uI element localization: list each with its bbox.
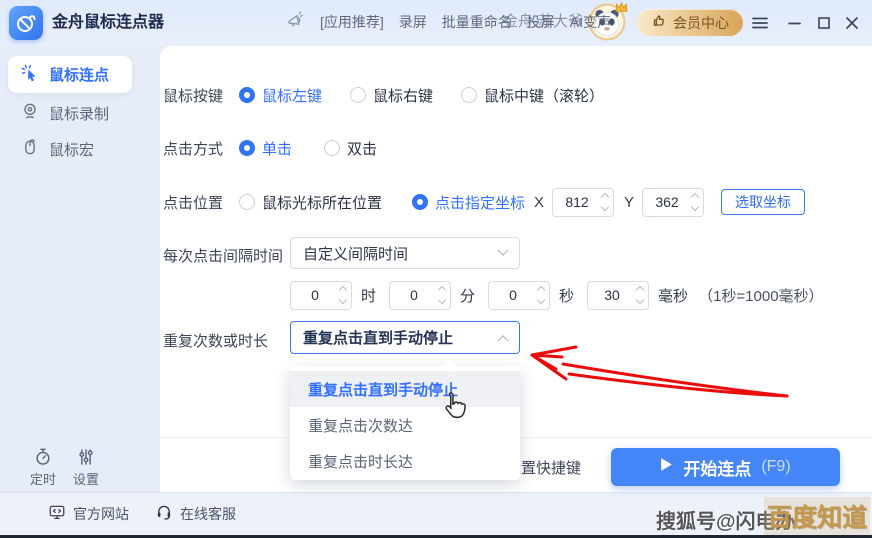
minutes-input-wrap — [389, 281, 451, 310]
sidebar: 鼠标连点 鼠标录制 鼠标宏 — [0, 46, 160, 492]
webcam-icon — [20, 101, 40, 125]
millis-input-wrap — [587, 281, 649, 310]
radio-fixed-position[interactable]: 点击指定坐标 — [412, 192, 525, 213]
y-label: Y — [624, 194, 634, 211]
promo-screen-record[interactable]: 录屏 — [399, 12, 427, 32]
online-support-link[interactable]: 在线客服 — [155, 492, 236, 535]
coordinates-group: X Y 选取坐标 — [534, 187, 805, 217]
radio-on-icon — [412, 194, 428, 210]
vip-center-button[interactable]: 会员中心 — [637, 9, 743, 36]
radio-off-icon — [461, 87, 477, 103]
radio-off-icon — [350, 87, 366, 103]
thumb-up-icon — [651, 13, 667, 32]
promo-batch-rename[interactable]: 批量重命名 — [442, 12, 512, 32]
repeat-mode-select[interactable]: 重复点击直到手动停止 — [290, 321, 520, 354]
sidebar-item-record[interactable]: 鼠标录制 — [8, 96, 132, 130]
seconds-input-wrap — [488, 281, 550, 310]
radio-middle-button[interactable]: 鼠标中键（滚轮） — [461, 85, 604, 106]
interval-label: 每次点击间隔时间 — [163, 245, 283, 266]
vip-center-label: 会员中心 — [673, 13, 729, 33]
hours-unit: 时 — [361, 285, 376, 306]
interval-mode-select[interactable]: 自定义间隔时间 — [290, 237, 520, 269]
hours-input-wrap — [290, 281, 352, 310]
timer-label: 定时 — [30, 472, 56, 487]
y-input-wrap — [642, 188, 704, 217]
radio-on-icon — [239, 87, 255, 103]
sidebar-item-macro[interactable]: 鼠标宏 — [8, 132, 132, 166]
minimize-button[interactable] — [784, 13, 804, 33]
sidebar-item-label: 鼠标连点 — [49, 64, 109, 85]
settings-label: 设置 — [73, 472, 99, 487]
app-logo-icon — [9, 6, 43, 40]
interval-hint: （1秒=1000毫秒） — [698, 285, 823, 306]
minutes-unit: 分 — [460, 285, 475, 306]
close-button[interactable] — [842, 13, 862, 33]
sidebar-item-label: 鼠标录制 — [49, 103, 109, 124]
hand-pointer-cursor — [441, 391, 467, 426]
headset-icon — [155, 503, 173, 524]
x-label: X — [534, 194, 544, 211]
maximize-button[interactable] — [814, 13, 834, 33]
official-site-label: 官方网站 — [73, 504, 129, 524]
millis-unit: 毫秒 — [658, 285, 688, 306]
dropdown-option-duration[interactable]: 重复点击时长达 — [290, 443, 520, 479]
settings-tool[interactable]: 设置 — [67, 447, 105, 488]
radio-on-icon — [239, 140, 255, 156]
click-position-row: 点击位置 鼠标光标所在位置 点击指定坐标 — [163, 187, 525, 217]
seconds-spinner[interactable] — [538, 287, 544, 303]
promo-ai-voice[interactable]: AI变声 — [570, 12, 611, 32]
seconds-unit: 秒 — [559, 285, 574, 306]
timer-tool[interactable]: 定时 — [24, 447, 62, 488]
y-spinner[interactable] — [692, 194, 698, 210]
x-input-wrap — [552, 188, 614, 217]
monitor-icon — [48, 503, 66, 524]
minutes-spinner[interactable] — [439, 287, 445, 303]
mouse-icon — [20, 137, 40, 161]
sidebar-item-label: 鼠标宏 — [49, 139, 94, 160]
radio-off-icon — [324, 140, 340, 156]
megaphone-icon — [286, 11, 305, 33]
click-position-label: 点击位置 — [163, 192, 223, 213]
pick-coordinates-button[interactable]: 选取坐标 — [721, 189, 805, 215]
mouse-button-label: 鼠标按键 — [163, 85, 223, 106]
mouse-button-row: 鼠标按键 鼠标左键 鼠标右键 鼠标中键（滚轮） — [163, 84, 604, 106]
promo-tag[interactable]: [应用推荐] — [320, 12, 384, 32]
start-clicking-button[interactable]: 开始连点 (F9) — [611, 448, 840, 486]
play-icon — [660, 457, 673, 477]
radio-double-click[interactable]: 双击 — [324, 138, 377, 159]
radio-left-button[interactable]: 鼠标左键 — [239, 85, 322, 106]
promo-links: [应用推荐] 录屏 批量重命名 投屏 AI变声 — [286, 0, 611, 43]
promo-screen-cast[interactable]: 投屏 — [527, 12, 555, 32]
x-spinner[interactable] — [602, 194, 608, 210]
radio-off-icon — [239, 194, 255, 210]
radio-cursor-position[interactable]: 鼠标光标所在位置 — [239, 192, 382, 213]
official-site-link[interactable]: 官方网站 — [48, 492, 129, 535]
dropdown-option-count[interactable]: 重复点击次数达 — [290, 407, 520, 443]
repeat-label: 重复次数或时长 — [163, 330, 268, 351]
click-mode-label: 点击方式 — [163, 138, 223, 159]
app-title: 金舟鼠标连点器 — [52, 0, 164, 46]
online-support-label: 在线客服 — [180, 504, 236, 524]
repeat-dropdown-menu: 重复点击直到手动停止 重复点击次数达 重复点击时长达 — [290, 366, 520, 480]
chevron-up-icon — [497, 335, 508, 346]
dropdown-option-until-stop[interactable]: 重复点击直到手动停止 — [290, 371, 520, 407]
watermark-brand: 百度知道 — [764, 497, 870, 535]
click-mode-row: 点击方式 单击 双击 — [163, 137, 377, 159]
millis-spinner[interactable] — [637, 287, 643, 303]
chevron-down-icon — [497, 245, 508, 256]
sidebar-item-clicker[interactable]: 鼠标连点 — [8, 56, 132, 93]
interval-time-row: 时 分 秒 毫秒 （1秒=1000毫秒） — [290, 280, 824, 310]
click-cursor-icon — [20, 63, 40, 87]
hours-spinner[interactable] — [340, 287, 346, 303]
window-menu-button[interactable] — [750, 13, 770, 33]
crown-icon — [615, 0, 628, 18]
radio-single-click[interactable]: 单击 — [239, 138, 292, 159]
app-window: 金舟鼠标连点器 金舟-苏大爷 会员中心 — [0, 0, 872, 538]
radio-right-button[interactable]: 鼠标右键 — [350, 85, 433, 106]
